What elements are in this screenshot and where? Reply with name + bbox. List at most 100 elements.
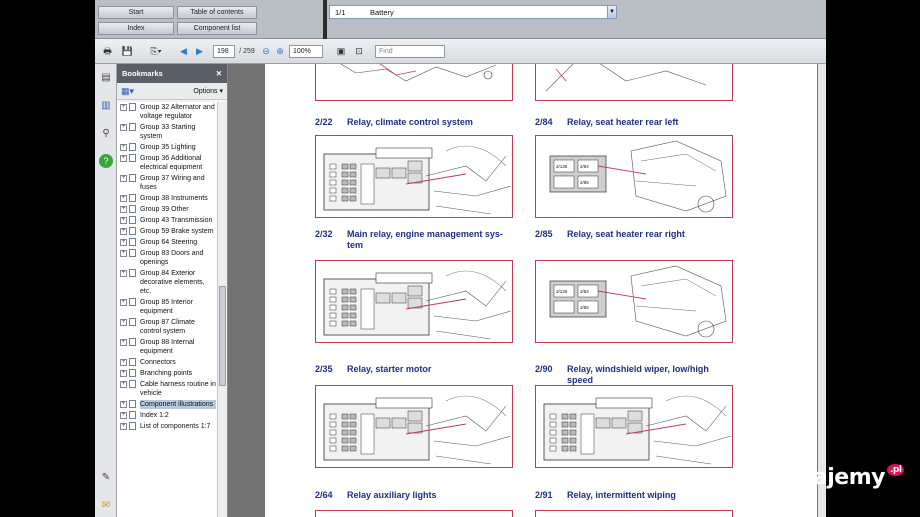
- bookmark-page-icon: [129, 298, 136, 306]
- bookmark-page-icon: [129, 227, 136, 235]
- pages-icon[interactable]: ▤: [99, 70, 113, 84]
- component-list-button[interactable]: Component list: [177, 22, 257, 35]
- expand-icon[interactable]: +: [120, 381, 127, 388]
- fit-width-icon[interactable]: ⊡: [353, 44, 365, 59]
- bookmark-item[interactable]: + Group 88 Internal equipment: [117, 337, 218, 357]
- paperclip-icon[interactable]: ✎: [99, 470, 113, 484]
- table-of-contents-button[interactable]: Table of contents: [177, 6, 257, 19]
- diagram-figure: 2/136 2/84 2/85: [535, 260, 733, 343]
- bookmark-label: Group 39 Other: [140, 206, 189, 213]
- diagram-figure: [535, 385, 733, 468]
- bookmark-item[interactable]: + Group 32 Alternator and voltage regulat…: [117, 102, 218, 122]
- nav-separator: [323, 0, 327, 39]
- bookmark-page-icon: [129, 205, 136, 213]
- bookmark-item[interactable]: + Index 1:2: [117, 410, 218, 421]
- bookmark-item[interactable]: + Connectors: [117, 357, 218, 368]
- diagram-number: 2/90: [535, 364, 553, 374]
- bookmark-item[interactable]: + Group 83 Doors and openings: [117, 248, 218, 268]
- relay-box-label: 2/135: [556, 164, 568, 169]
- expand-icon[interactable]: +: [120, 175, 127, 182]
- expand-icon[interactable]: +: [120, 228, 127, 235]
- expand-icon[interactable]: +: [120, 195, 127, 202]
- expand-icon[interactable]: +: [120, 144, 127, 151]
- expand-icon[interactable]: +: [120, 217, 127, 224]
- bookmark-item[interactable]: + Group 87 Climate control system: [117, 317, 218, 337]
- previous-page-icon[interactable]: ◀: [177, 44, 190, 59]
- options-menu[interactable]: Options ▾: [193, 87, 223, 95]
- navigation-strip: Start Table of contents Index Component …: [95, 0, 826, 39]
- relay-box-label: 2/84: [580, 164, 589, 169]
- expand-icon[interactable]: +: [120, 239, 127, 246]
- bookmark-page-icon: [129, 249, 136, 257]
- pdf-viewer-window: Start Table of contents Index Component …: [95, 0, 826, 517]
- help-icon[interactable]: ?: [99, 154, 113, 168]
- document-area: 2/22 Relay, climate control system 2/84 Rel…: [228, 64, 826, 517]
- close-icon[interactable]: ✕: [216, 69, 222, 78]
- scrollbar-thumb[interactable]: [219, 286, 226, 386]
- comments-icon[interactable]: ✉: [99, 498, 113, 512]
- watermark-logo: Sprzedajemy .pl: [730, 464, 905, 490]
- bookmark-label: Component illustrations: [140, 400, 216, 409]
- bookmark-page-icon: [129, 269, 136, 277]
- bookmark-page-icon: [129, 123, 136, 131]
- page-number-input[interactable]: 198: [213, 45, 235, 58]
- bookmark-item[interactable]: + Group 85 Interior equipment: [117, 297, 218, 317]
- zoom-level-input[interactable]: 100%: [289, 45, 323, 58]
- expand-icon[interactable]: +: [120, 370, 127, 377]
- bookmarks-scrollbar[interactable]: [217, 102, 227, 517]
- bookmark-label: Index 1:2: [140, 412, 169, 419]
- diagram-title: Relay, starter motor: [347, 364, 432, 374]
- bookmark-item[interactable]: + Group 59 Brake system: [117, 226, 218, 237]
- expand-icon[interactable]: +: [120, 412, 127, 419]
- zoom-in-icon[interactable]: ⊕: [274, 44, 286, 59]
- bookmark-item[interactable]: + Group 43 Transmission: [117, 215, 218, 226]
- bookmark-label: Group 37 Wiring and fuses: [140, 175, 205, 191]
- bookmark-item[interactable]: + Component illustrations: [117, 399, 218, 410]
- document-scrollbar[interactable]: [818, 64, 826, 517]
- bookmark-item[interactable]: + Group 39 Other: [117, 204, 218, 215]
- bookmark-item[interactable]: + List of components 1:7: [117, 421, 218, 432]
- find-input[interactable]: Find: [375, 45, 445, 58]
- bookmark-item[interactable]: + Cable harness routine in vehicle: [117, 379, 218, 399]
- bookmark-label: Group 88 Internal equipment: [140, 339, 195, 355]
- expand-icon[interactable]: +: [120, 270, 127, 277]
- expand-icon[interactable]: +: [120, 124, 127, 131]
- expand-icon[interactable]: +: [120, 359, 127, 366]
- save-icon[interactable]: 💾: [120, 44, 135, 59]
- expand-icon[interactable]: +: [120, 319, 127, 326]
- print-icon[interactable]: 🖶: [100, 44, 115, 59]
- bookmark-page-icon: [129, 358, 136, 366]
- expand-icon[interactable]: +: [120, 250, 127, 257]
- expand-icon[interactable]: +: [120, 299, 127, 306]
- bookmark-item[interactable]: + Group 84 Exterior decorative elements, …: [117, 268, 218, 297]
- expand-icon[interactable]: +: [120, 104, 127, 111]
- bookmark-item[interactable]: + Group 33 Starting system: [117, 122, 218, 142]
- bookmark-item[interactable]: + Group 35 Lighting: [117, 142, 218, 153]
- bookmark-item[interactable]: + Group 38 Instruments: [117, 193, 218, 204]
- component-number: 1/1: [335, 7, 346, 17]
- bookmark-label: Group 36 Additional electrical equipment: [140, 155, 203, 171]
- expand-icon[interactable]: +: [120, 155, 127, 162]
- next-page-icon[interactable]: ▶: [193, 44, 206, 59]
- export-icon[interactable]: ⎘▾: [145, 44, 167, 59]
- start-button[interactable]: Start: [98, 6, 174, 19]
- relay-box-label: 2/84: [580, 289, 589, 294]
- chevron-down-icon[interactable]: ▼: [607, 6, 616, 18]
- bookmarks-icon[interactable]: ▥: [99, 98, 113, 112]
- index-button[interactable]: Index: [98, 22, 174, 35]
- bookmark-item[interactable]: + Group 36 Additional electrical equipmen…: [117, 153, 218, 173]
- expand-icon[interactable]: +: [120, 423, 127, 430]
- diagram-title: Relay auxiliary lights: [347, 490, 437, 500]
- component-selector[interactable]: 1/1 Battery ▼: [329, 5, 617, 19]
- attachments-icon[interactable]: ⚲: [99, 126, 113, 140]
- diagram-figure: [315, 260, 513, 343]
- bookmark-item[interactable]: + Branching points: [117, 368, 218, 379]
- zoom-out-icon[interactable]: ⊖: [260, 44, 272, 59]
- bookmark-item[interactable]: + Group 37 Wiring and fuses: [117, 173, 218, 193]
- expand-icon[interactable]: +: [120, 401, 127, 408]
- fit-page-icon[interactable]: ▣: [335, 44, 347, 59]
- expand-icon[interactable]: +: [120, 206, 127, 213]
- bookmark-tools-icon[interactable]: ▦▾: [121, 86, 134, 97]
- bookmark-item[interactable]: + Group 64 Steering: [117, 237, 218, 248]
- expand-icon[interactable]: +: [120, 339, 127, 346]
